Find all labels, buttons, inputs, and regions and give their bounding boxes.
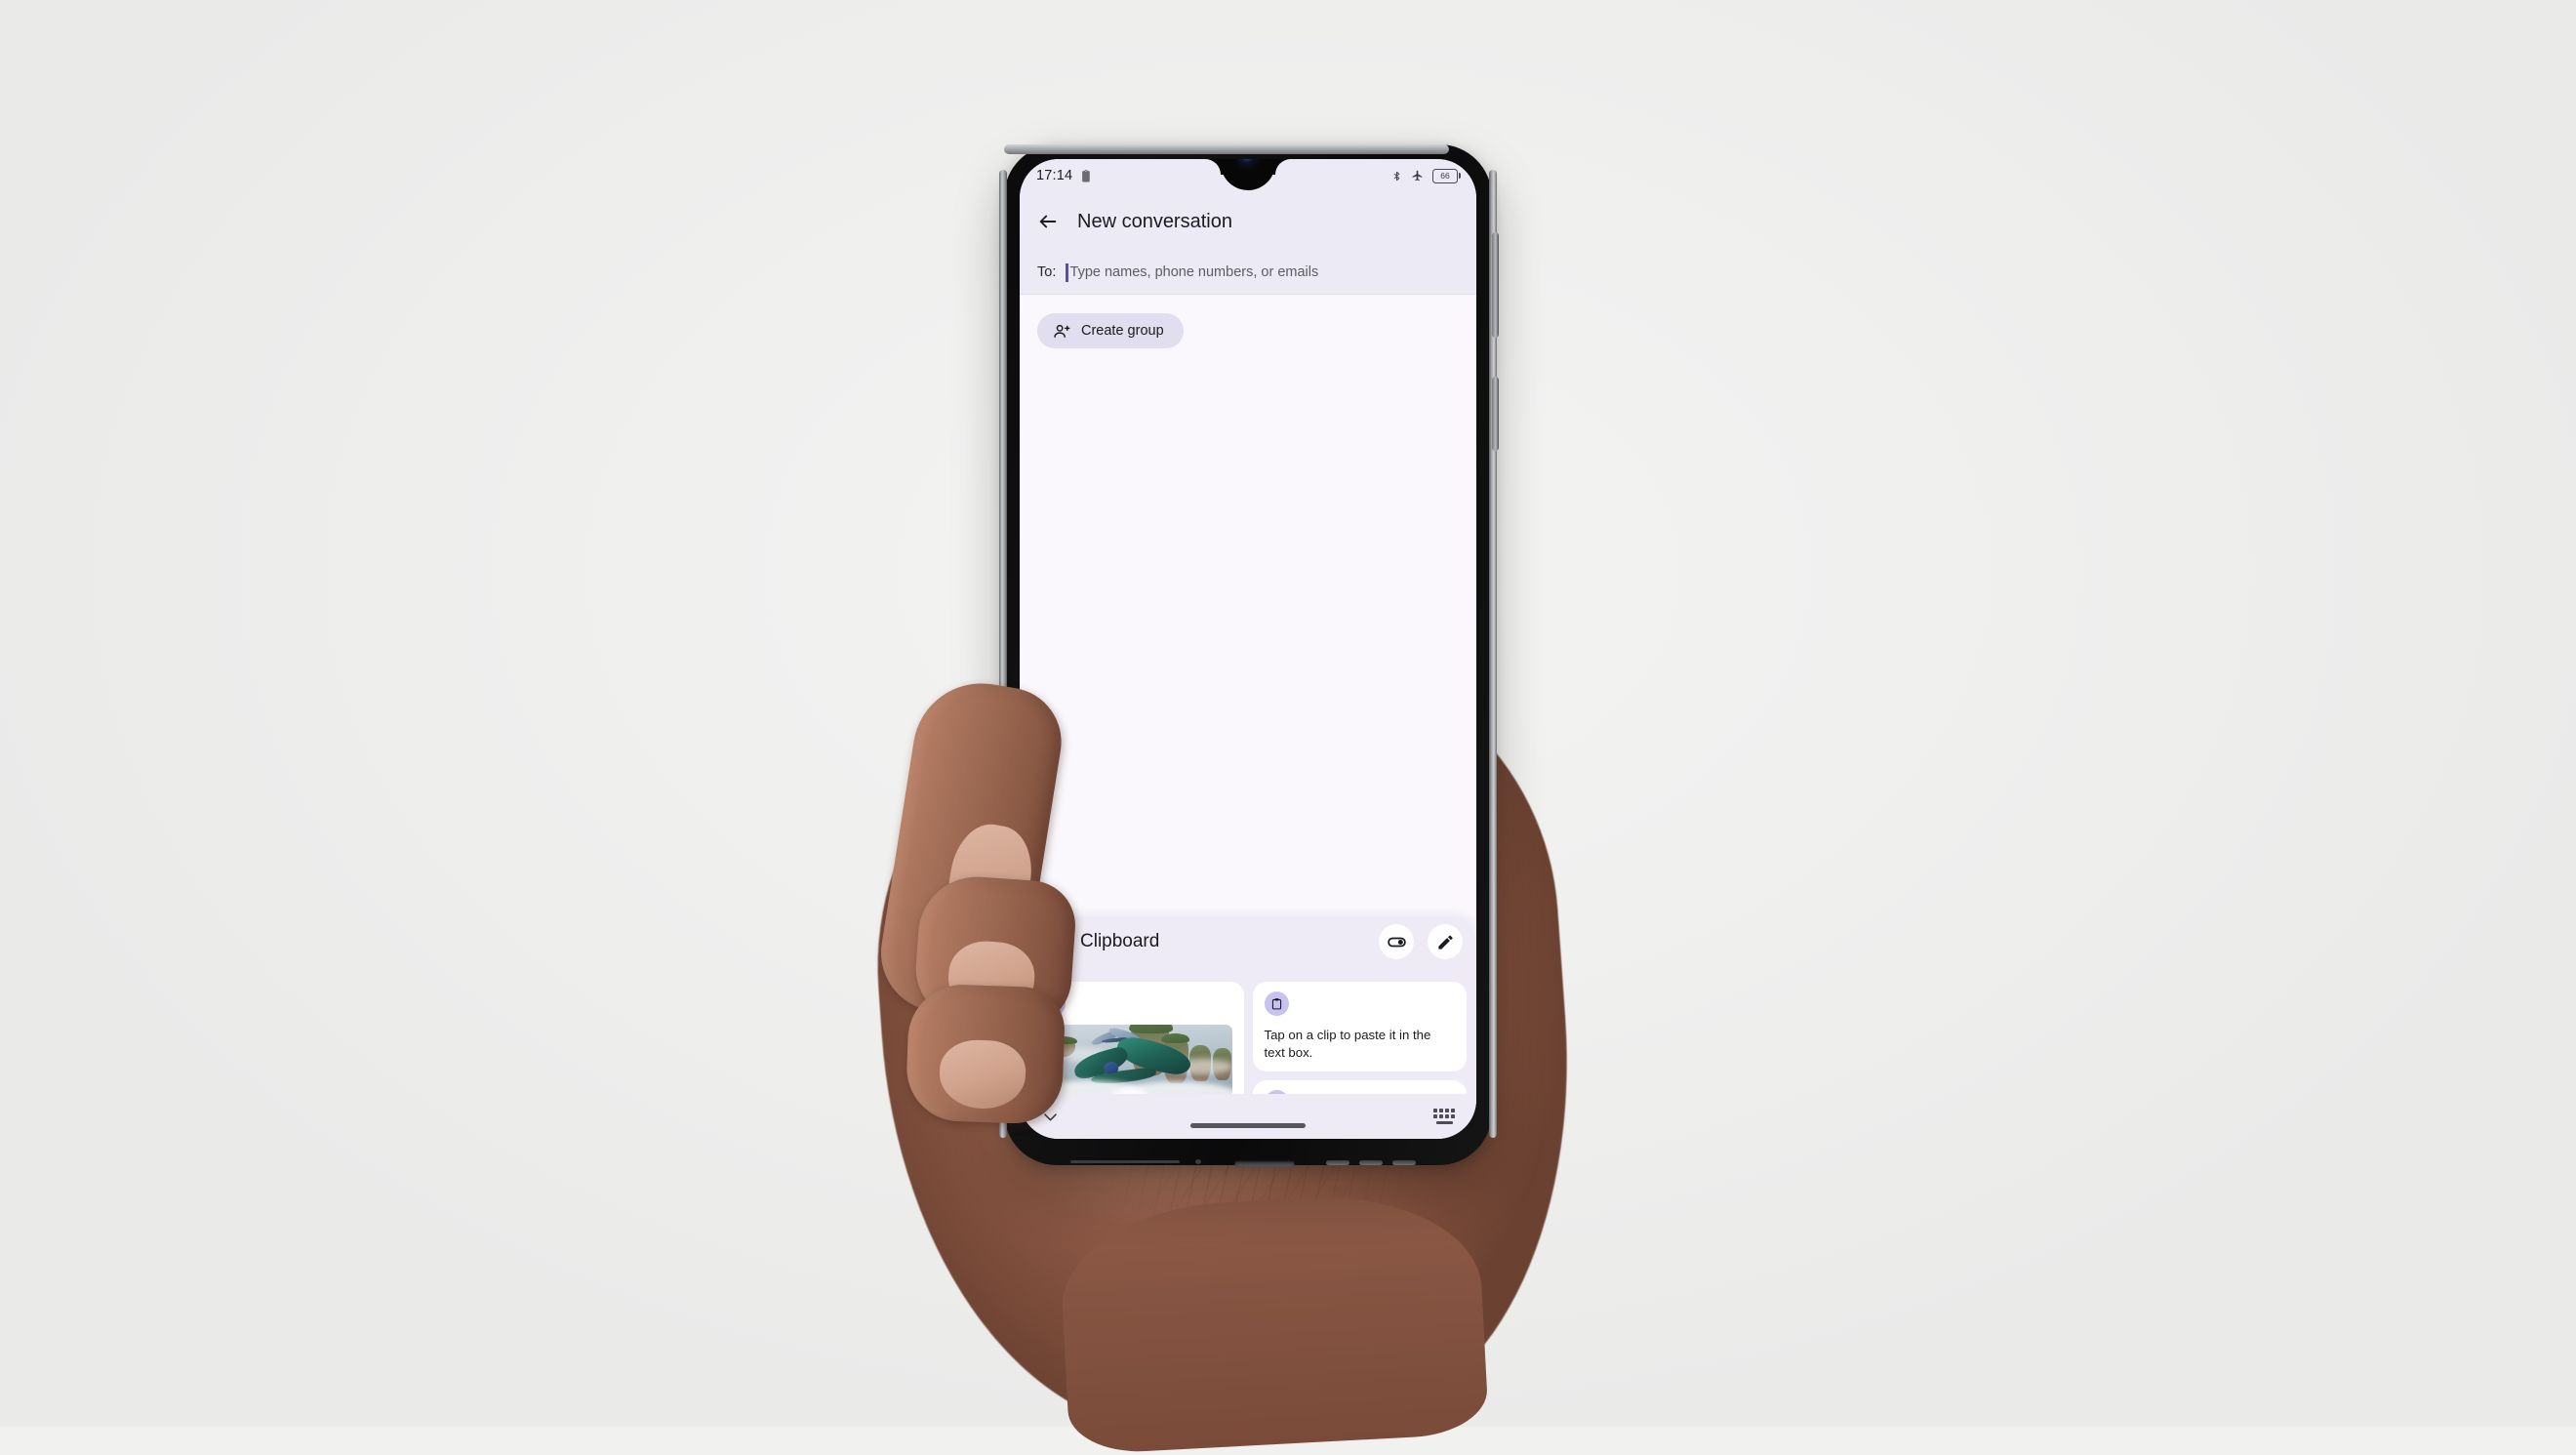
sim-tray <box>1070 1160 1180 1163</box>
volume-button[interactable] <box>1492 232 1499 338</box>
clipboard-panel: Clipboard TIPS Tap on a clip to paste it… <box>1020 916 1476 1139</box>
status-bar-clock: 17:14 <box>1036 168 1073 183</box>
create-group-label: Create group <box>1081 323 1164 339</box>
clipboard-title: Clipboard <box>1080 931 1160 951</box>
chevron-down-icon[interactable] <box>1041 1108 1060 1126</box>
speaker-grille <box>1359 1160 1383 1165</box>
tips-grid: Tap on a clip to paste it in the text bo… <box>1020 982 1476 1094</box>
page-title: New conversation <box>1077 210 1232 232</box>
usb-c-port <box>1234 1160 1295 1167</box>
scene-backdrop: 17:14 66 New conversation To: Type names… <box>0 0 2576 1455</box>
tips-column-left <box>1029 982 1244 1094</box>
conversation-body: Create group <box>1020 295 1476 916</box>
speaker-grille <box>1326 1160 1349 1165</box>
clipboard-header: Clipboard <box>1020 916 1476 967</box>
speaker-grille <box>1392 1160 1416 1165</box>
toggle-switch-icon <box>1387 932 1407 952</box>
pencil-edit-icon <box>1436 933 1455 951</box>
airplane-mode-icon <box>1411 169 1424 182</box>
back-arrow-icon <box>1040 933 1059 951</box>
home-gesture-bar[interactable] <box>1190 1123 1306 1128</box>
status-bar: 17:14 66 <box>1020 159 1476 192</box>
toggle-switch-icon <box>1041 991 1066 1016</box>
microphone-hole <box>1195 1159 1201 1164</box>
tip-card[interactable]: Tap on a clip to paste it in the text bo… <box>1252 982 1467 1072</box>
power-button[interactable] <box>1492 377 1499 451</box>
battery-percent-label: 66 <box>1440 170 1450 181</box>
phone-left-rail <box>999 170 1007 1138</box>
bluetooth-icon <box>1391 169 1402 183</box>
recipient-row: To: Type names, phone numbers, or emails <box>1020 251 1476 295</box>
phone-screen: 17:14 66 New conversation To: Type names… <box>1020 159 1476 1139</box>
tips-section-label: TIPS <box>1035 967 1061 978</box>
phone-device: 17:14 66 New conversation To: Type names… <box>999 144 1499 1167</box>
create-group-button[interactable]: Create group <box>1037 313 1184 348</box>
app-bar: New conversation <box>1020 192 1476 251</box>
keyboard-icon[interactable] <box>1433 1109 1455 1124</box>
clipboard-back-button[interactable] <box>1031 924 1067 959</box>
back-arrow-icon[interactable] <box>1037 211 1059 232</box>
tip-card[interactable] <box>1029 982 1244 1094</box>
clip-image-preview[interactable] <box>1041 1025 1232 1094</box>
wrist <box>1057 1189 1490 1455</box>
clipboard-icon <box>1264 991 1289 1016</box>
clipboard-edit-button[interactable] <box>1428 924 1463 959</box>
tips-column-right: Tap on a clip to paste it in the text bo… <box>1252 982 1467 1094</box>
sheet-nav-bar <box>1020 1094 1476 1139</box>
recipient-placeholder: Type names, phone numbers, or emails <box>1069 264 1319 280</box>
clipboard-notification-icon <box>1080 169 1093 183</box>
battery-indicator: 66 <box>1432 168 1461 183</box>
text-caret <box>1066 263 1068 282</box>
phone-bottom-rail <box>1004 144 1449 154</box>
recipient-input[interactable]: Type names, phone numbers, or emails <box>1066 263 1459 282</box>
tip-text: Tap on a clip to paste it in the text bo… <box>1264 1028 1431 1060</box>
tip-card[interactable]: Touch and hold a clip to pin it. Unpinne… <box>1252 1080 1467 1094</box>
person-add-icon <box>1053 322 1071 341</box>
recipient-label: To: <box>1037 264 1057 280</box>
clipboard-toggle-button[interactable] <box>1379 924 1414 959</box>
